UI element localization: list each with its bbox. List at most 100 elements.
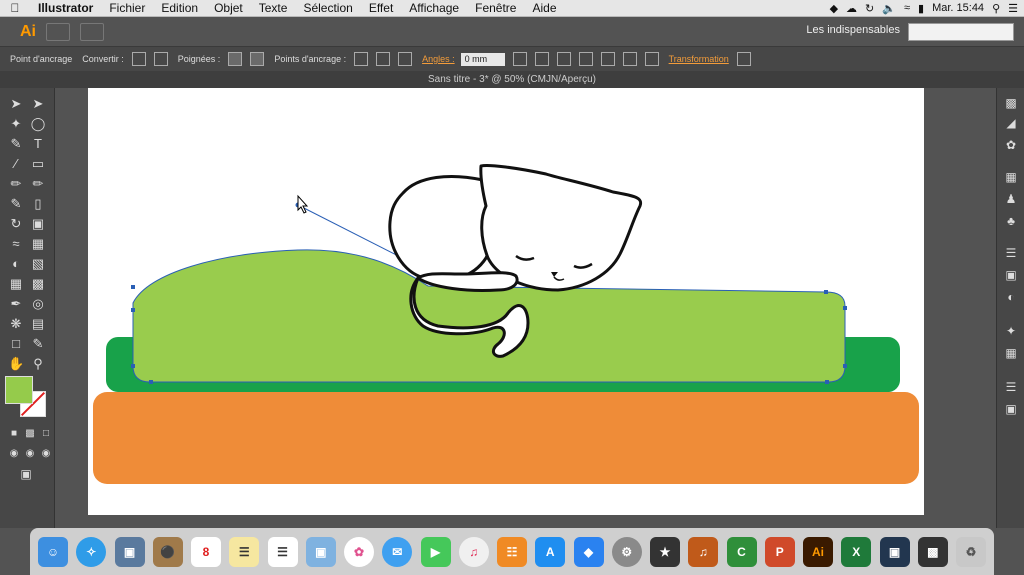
image-trace-icon[interactable]: ▦ bbox=[1004, 346, 1018, 360]
remove-anchor-icon[interactable] bbox=[354, 52, 369, 66]
libraries-icon[interactable]: ✦ bbox=[1004, 324, 1018, 338]
anchor-point[interactable] bbox=[825, 380, 829, 384]
menu-objet[interactable]: Objet bbox=[206, 1, 251, 15]
orange-rounded-rectangle[interactable] bbox=[93, 392, 919, 484]
stroke-icon[interactable]: ☰ bbox=[1004, 246, 1018, 260]
cut-path-icon[interactable] bbox=[398, 52, 413, 66]
wifi-icon[interactable]: ≈ bbox=[904, 2, 910, 14]
draw-behind-icon[interactable]: ◉ bbox=[22, 446, 38, 462]
illustrator-dock-icon[interactable]: Ai bbox=[803, 536, 833, 567]
excel-icon[interactable]: X bbox=[841, 536, 872, 567]
align-center-icon[interactable] bbox=[556, 52, 571, 66]
draw-normal-icon[interactable]: ◉ bbox=[6, 446, 22, 462]
artboard-icon[interactable]: □ bbox=[8, 336, 24, 352]
garageband-icon[interactable]: ♫ bbox=[688, 536, 719, 567]
paintbrush-icon[interactable]: ✏ bbox=[8, 176, 24, 192]
align-middle-icon[interactable] bbox=[622, 52, 637, 66]
blob-brush-icon[interactable]: ✎ bbox=[8, 196, 24, 212]
pen-icon[interactable]: ✎ bbox=[8, 136, 24, 152]
transparency-icon[interactable]: ◐ bbox=[1004, 290, 1018, 304]
perspective-icon[interactable]: ▧ bbox=[30, 256, 46, 272]
connect-endpoints-icon[interactable] bbox=[376, 52, 391, 66]
menu-fichier[interactable]: Fichier bbox=[101, 1, 153, 15]
anchor-point[interactable] bbox=[149, 380, 153, 384]
anchor-point[interactable] bbox=[131, 308, 135, 312]
menu-affichage[interactable]: Affichage bbox=[401, 1, 467, 15]
preview-icon[interactable]: ▣ bbox=[114, 536, 145, 567]
gradient-panel-icon[interactable]: ▣ bbox=[1004, 268, 1018, 282]
apple-menu-icon[interactable]:  bbox=[0, 1, 30, 15]
light-green-hill-shape[interactable] bbox=[133, 249, 845, 382]
anchor-point[interactable] bbox=[843, 364, 847, 368]
draw-inside-icon[interactable]: ◉ bbox=[38, 446, 54, 462]
transformation-link[interactable]: Transformation bbox=[669, 54, 729, 64]
symbol-sprayer-icon[interactable]: ❋ bbox=[8, 316, 24, 332]
anchor-point[interactable] bbox=[843, 306, 847, 310]
menu-aide[interactable]: Aide bbox=[524, 1, 564, 15]
system-preferences-icon[interactable]: ⚙ bbox=[611, 536, 642, 567]
slice-icon[interactable]: ✎ bbox=[30, 336, 46, 352]
dropbox-icon[interactable]: ◆ bbox=[573, 536, 604, 567]
notification-center-icon[interactable]: ☰ bbox=[1008, 2, 1018, 15]
eraser-icon[interactable]: ▯ bbox=[30, 196, 46, 212]
brushes-icon[interactable]: ♟ bbox=[1004, 192, 1018, 206]
artwork-canvas[interactable] bbox=[88, 88, 924, 515]
artboards-panel-icon[interactable]: ▣ bbox=[1004, 402, 1018, 416]
show-handles-icon[interactable] bbox=[228, 52, 243, 66]
finder-icon[interactable]: ☺ bbox=[38, 536, 68, 567]
isolate-icon[interactable] bbox=[512, 52, 527, 66]
contacts-icon[interactable]: ⚫ bbox=[152, 536, 183, 567]
selection-tool-icon[interactable]: ➤ bbox=[8, 96, 24, 112]
pencil-icon[interactable]: ✏ bbox=[30, 176, 46, 192]
volume-icon[interactable]: 🔈 bbox=[882, 2, 896, 15]
menu-effet[interactable]: Effet bbox=[361, 1, 401, 15]
dropbox-status-icon[interactable]: ◆ bbox=[830, 2, 838, 15]
document-tab[interactable]: Sans titre - 3* @ 50% (CMJN/Aperçu) bbox=[0, 71, 1024, 88]
spotlight-search-icon[interactable]: ⚲ bbox=[992, 2, 1000, 15]
anchor-point[interactable] bbox=[824, 290, 828, 294]
image-capture-icon[interactable]: ▣ bbox=[305, 536, 336, 567]
screen-mode-icon[interactable]: ▣ bbox=[18, 466, 34, 482]
terminal-icon[interactable]: ▩ bbox=[917, 536, 948, 567]
layers-icon[interactable]: ☰ bbox=[1004, 380, 1018, 394]
color-panel-icon[interactable]: ▩ bbox=[1004, 96, 1018, 110]
menu-edition[interactable]: Edition bbox=[153, 1, 206, 15]
anchor-point[interactable] bbox=[131, 285, 135, 289]
zoom-icon[interactable]: ⚲ bbox=[30, 356, 46, 372]
anchor-point[interactable] bbox=[131, 364, 135, 368]
sync-icon[interactable]: ↻ bbox=[865, 2, 874, 15]
rotate-icon[interactable]: ↻ bbox=[8, 216, 24, 232]
type-icon[interactable]: T bbox=[30, 136, 46, 152]
artboard[interactable] bbox=[88, 88, 924, 515]
bridge-button-icon[interactable] bbox=[46, 22, 70, 41]
free-transform-icon[interactable]: ▦ bbox=[30, 236, 46, 252]
lasso-icon[interactable]: ◯ bbox=[30, 116, 46, 132]
line-icon[interactable]: ⁄ bbox=[8, 156, 24, 172]
appearance-icon[interactable]: ✿ bbox=[1004, 138, 1018, 152]
screen-recording-icon[interactable]: ▣ bbox=[879, 536, 910, 567]
cloud-status-icon[interactable]: ☁ bbox=[846, 2, 857, 15]
align-right-icon[interactable] bbox=[578, 52, 593, 66]
workspace-switcher[interactable]: Les indispensables bbox=[806, 24, 900, 36]
menu-fenetre[interactable]: Fenêtre bbox=[467, 1, 524, 15]
magic-wand-icon[interactable]: ✦ bbox=[8, 116, 24, 132]
transform-bounds-icon[interactable] bbox=[736, 52, 751, 66]
photos-icon[interactable]: ✿ bbox=[344, 536, 374, 567]
mesh-icon[interactable]: ▦ bbox=[8, 276, 24, 292]
graphic-styles-icon[interactable]: ▦ bbox=[1004, 170, 1018, 184]
align-bottom-icon[interactable] bbox=[644, 52, 659, 66]
align-top-icon[interactable] bbox=[600, 52, 615, 66]
menu-texte[interactable]: Texte bbox=[251, 1, 296, 15]
color-guide-icon[interactable]: ◢ bbox=[1004, 116, 1018, 130]
ibooks-icon[interactable]: ☷ bbox=[497, 536, 527, 567]
fill-swatch[interactable] bbox=[5, 376, 33, 404]
clock[interactable]: Mar. 15:44 bbox=[932, 2, 984, 14]
convert-corner-icon[interactable] bbox=[131, 52, 146, 66]
symbols-icon[interactable]: ♣ bbox=[1004, 214, 1018, 228]
width-icon[interactable]: ≈ bbox=[8, 236, 24, 252]
imovie-icon[interactable]: ★ bbox=[650, 536, 680, 567]
none-mode-icon[interactable]: □ bbox=[38, 426, 54, 442]
gradient-mode-icon[interactable]: ▩ bbox=[22, 426, 38, 442]
angles-input[interactable]: 0 mm bbox=[460, 52, 505, 66]
arrange-documents-icon[interactable] bbox=[80, 22, 104, 41]
